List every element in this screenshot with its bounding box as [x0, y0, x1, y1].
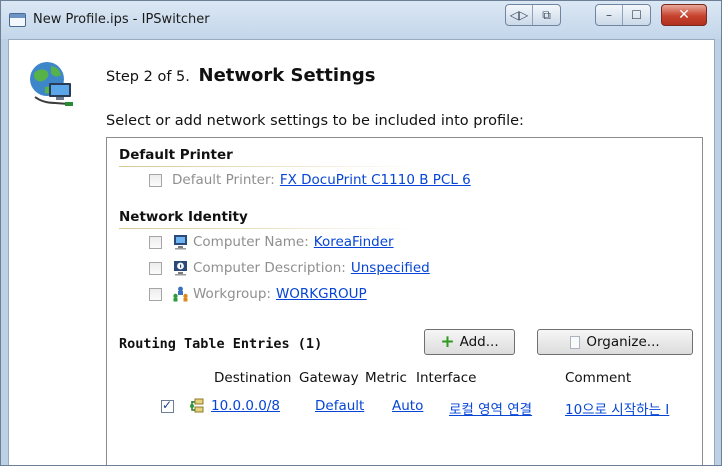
back-forward-icon: ◁▷: [509, 8, 529, 22]
network-globe-icon: [30, 62, 73, 106]
computer-name-checkbox[interactable]: [149, 235, 162, 249]
column-comment[interactable]: Comment: [565, 370, 631, 386]
workgroup-link[interactable]: WORKGROUP: [276, 286, 367, 302]
column-gateway[interactable]: Gateway: [299, 370, 359, 386]
computer-name-label: Computer Name:: [193, 234, 309, 250]
window-controls: – ☐: [595, 4, 651, 26]
window-title: New Profile.ips - IPSwitcher: [33, 12, 210, 27]
computer-name-link[interactable]: KoreaFinder: [314, 234, 394, 250]
workgroup-row: Workgroup: WORKGROUP: [149, 286, 367, 302]
computer-description-label: Computer Description:: [193, 260, 346, 276]
settings-list[interactable]: Default Printer Default Printer: FX Docu…: [106, 137, 703, 465]
default-printer-checkbox[interactable]: [149, 173, 162, 187]
add-route-label: Add...: [459, 334, 499, 350]
column-interface[interactable]: Interface: [416, 370, 476, 386]
organize-routes-button[interactable]: Organize...: [537, 329, 693, 355]
network-identity-heading: Network Identity: [119, 209, 248, 225]
extra-title-buttons: ◁▷ ⧉: [505, 4, 561, 26]
maximize-icon: ☐: [631, 8, 642, 22]
step-title: Network Settings: [198, 65, 376, 86]
organize-icon: [570, 332, 586, 349]
close-button[interactable]: ✕: [661, 4, 707, 26]
route-interface[interactable]: 로컬 영역 연결: [449, 398, 532, 418]
title-bar[interactable]: New Profile.ips - IPSwitcher ◁▷ ⧉ – ☐ ✕: [1, 1, 721, 39]
step-heading: Step 2 of 5. Network Settings: [106, 65, 375, 86]
route-entry-icon: [190, 398, 204, 413]
route-row-checkbox[interactable]: [161, 398, 174, 413]
add-plus-icon: +: [440, 331, 455, 352]
add-route-button[interactable]: + Add...: [424, 329, 515, 355]
instruction-text: Select or add network settings to be inc…: [106, 113, 524, 129]
workgroup-icon: [173, 286, 188, 302]
restore-tab-button[interactable]: ⧉: [533, 5, 560, 25]
computer-description-checkbox[interactable]: [149, 261, 162, 275]
computer-icon: [174, 235, 187, 250]
minimize-icon: –: [606, 8, 612, 22]
default-printer-label: Default Printer:: [172, 172, 275, 188]
section-divider: [119, 166, 419, 167]
workgroup-checkbox[interactable]: [149, 287, 162, 301]
computer-description-link[interactable]: Unspecified: [351, 260, 430, 276]
back-forward-button[interactable]: ◁▷: [506, 5, 533, 25]
maximize-button[interactable]: ☐: [623, 5, 650, 25]
app-window-icon: [9, 13, 26, 27]
routing-table-heading: Routing Table Entries (1): [119, 336, 323, 352]
default-printer-row: Default Printer: FX DocuPrint C1110 B PC…: [149, 172, 471, 188]
section-divider: [119, 228, 419, 229]
column-metric[interactable]: Metric: [365, 370, 407, 386]
main-window: New Profile.ips - IPSwitcher ◁▷ ⧉ – ☐ ✕: [0, 0, 722, 466]
default-printer-link[interactable]: FX DocuPrint C1110 B PCL 6: [280, 172, 471, 188]
close-icon: ✕: [678, 7, 690, 23]
route-comment[interactable]: 10으로 시작하는 I: [565, 398, 669, 418]
info-monitor-icon: [174, 261, 187, 276]
organize-routes-label: Organize...: [586, 334, 660, 350]
default-printer-heading: Default Printer: [119, 147, 233, 163]
workgroup-label: Workgroup:: [193, 286, 271, 302]
route-metric[interactable]: Auto: [392, 398, 423, 414]
minimize-button[interactable]: –: [596, 5, 623, 25]
computer-description-row: Computer Description: Unspecified: [149, 260, 430, 276]
route-destination[interactable]: 10.0.0.0/8: [211, 398, 280, 414]
computer-name-row: Computer Name: KoreaFinder: [149, 234, 394, 250]
window-copy-icon: ⧉: [542, 7, 551, 22]
column-destination[interactable]: Destination: [214, 370, 291, 386]
route-gateway[interactable]: Default: [315, 398, 364, 414]
step-prefix: Step 2 of 5.: [106, 69, 190, 85]
wizard-client-area: Step 2 of 5. Network Settings Select or …: [8, 39, 715, 465]
